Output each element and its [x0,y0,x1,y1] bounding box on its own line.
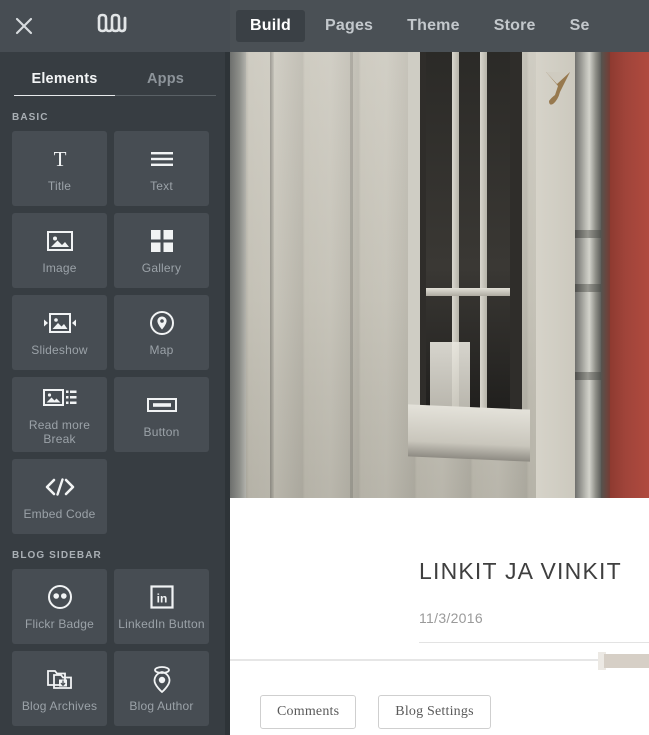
close-icon[interactable] [12,14,36,38]
svg-text:in: in [156,592,167,606]
blog-author-icon [149,664,175,694]
element-tile-linkedin-button[interactable]: in LinkedIn Button [114,569,209,644]
element-tile-map[interactable]: Map [114,295,209,370]
element-tile-label: Map [149,343,174,357]
blog-post-date: 11/3/2016 [419,610,483,626]
text-lines-icon [149,144,175,174]
element-tile-label: Button [143,425,180,439]
sidebar-topbar [0,0,230,52]
panel-accent-block [604,654,649,668]
map-pin-icon [149,308,175,338]
section-heading-basic: BASIC [12,112,49,123]
element-tile-label: Image [42,261,77,275]
element-tile-label: Text [150,179,173,193]
nav-item-store[interactable]: Store [480,10,550,42]
photo-wall-seam [270,52,274,498]
element-tile-blog-archives[interactable]: Blog Archives [12,651,107,726]
comments-button[interactable]: Comments [260,694,357,729]
element-tile-title[interactable]: T Title [12,131,107,206]
tab-elements[interactable]: Elements [14,71,115,96]
main-area: Build Pages Theme Store Se LINKIT JA VIN… [230,0,649,735]
element-tile-text[interactable]: Text [114,131,209,206]
element-tile-label: Flickr Badge [24,617,95,631]
photo-downpipe [575,52,601,498]
photo-wall-hook [544,70,576,118]
photo-window-sill [408,404,530,462]
element-tile-grid-blog-sidebar: Flickr Badge in LinkedIn Button Blog Arc… [0,569,230,726]
blog-settings-button[interactable]: Blog Settings [378,694,491,729]
element-tile-label: Blog Author [129,699,194,713]
element-tile-label: Blog Archives [21,699,98,713]
element-tile-label: Title [47,179,72,193]
hero-photo [230,52,649,498]
element-tile-label: Read more Break [28,418,91,446]
section-divider [230,659,649,661]
title-icon: T [47,144,73,174]
linkedin-icon: in [149,582,174,612]
nav-item-build[interactable]: Build [236,10,305,42]
photo-window-mullion [426,288,510,296]
svg-text:T: T [53,147,66,171]
element-tile-image[interactable]: Image [12,213,107,288]
element-tile-flickr-badge[interactable]: Flickr Badge [12,569,107,644]
flickr-icon [47,582,73,612]
photo-downpipe-band [575,230,601,238]
nav-item-theme[interactable]: Theme [393,10,474,42]
element-tile-slideshow[interactable]: Slideshow [12,295,107,370]
element-tile-read-more-break[interactable]: Read more Break [12,377,107,452]
embed-code-icon [44,472,76,502]
button-icon [146,390,177,420]
photo-curtain [430,342,470,412]
top-navigation-bar: Build Pages Theme Store Se [230,0,649,52]
photo-red-wall [610,52,649,498]
blog-post-divider [419,642,649,643]
blog-archives-icon [46,664,74,694]
nav-item-pages[interactable]: Pages [311,10,387,42]
weebly-editor-window: Elements Apps BASIC T Title Text Image G… [0,0,649,735]
image-icon [46,226,74,256]
blog-footer-actions: Comments Blog Settings [230,688,649,735]
read-more-break-icon [42,383,77,413]
photo-downpipe-band [575,372,601,380]
photo-downpipe-band [575,284,601,292]
gallery-grid-icon [150,226,174,256]
tab-underline-active [14,95,115,96]
element-tile-grid-basic: T Title Text Image Gallery Slideshow Map… [0,131,230,534]
element-tile-gallery[interactable]: Gallery [114,213,209,288]
element-tile-label: Gallery [141,261,182,275]
element-tile-embed-code[interactable]: Embed Code [12,459,107,534]
sidebar-tabs: Elements Apps [0,52,230,96]
slideshow-icon [43,308,77,338]
tab-apps[interactable]: Apps [115,71,216,96]
element-tile-button[interactable]: Button [114,377,209,452]
left-sidebar: Elements Apps BASIC T Title Text Image G… [0,0,230,735]
element-tile-label: Embed Code [23,507,96,521]
photo-window-mullion [480,52,487,412]
element-tile-blog-author[interactable]: Blog Author [114,651,209,726]
weebly-logo-icon[interactable] [95,13,129,39]
blog-post-title: LINKIT JA VINKIT [419,558,622,584]
element-tile-label: Slideshow [31,343,88,357]
element-tile-label: LinkedIn Button [118,617,205,631]
photo-wall-left [230,52,246,498]
photo-wall-seam [350,52,353,498]
blog-post-block: LINKIT JA VINKIT 11/3/2016 [230,498,649,653]
section-heading-blog-sidebar: BLOG SIDEBAR [12,550,102,561]
nav-item-settings[interactable]: Se [556,10,604,42]
